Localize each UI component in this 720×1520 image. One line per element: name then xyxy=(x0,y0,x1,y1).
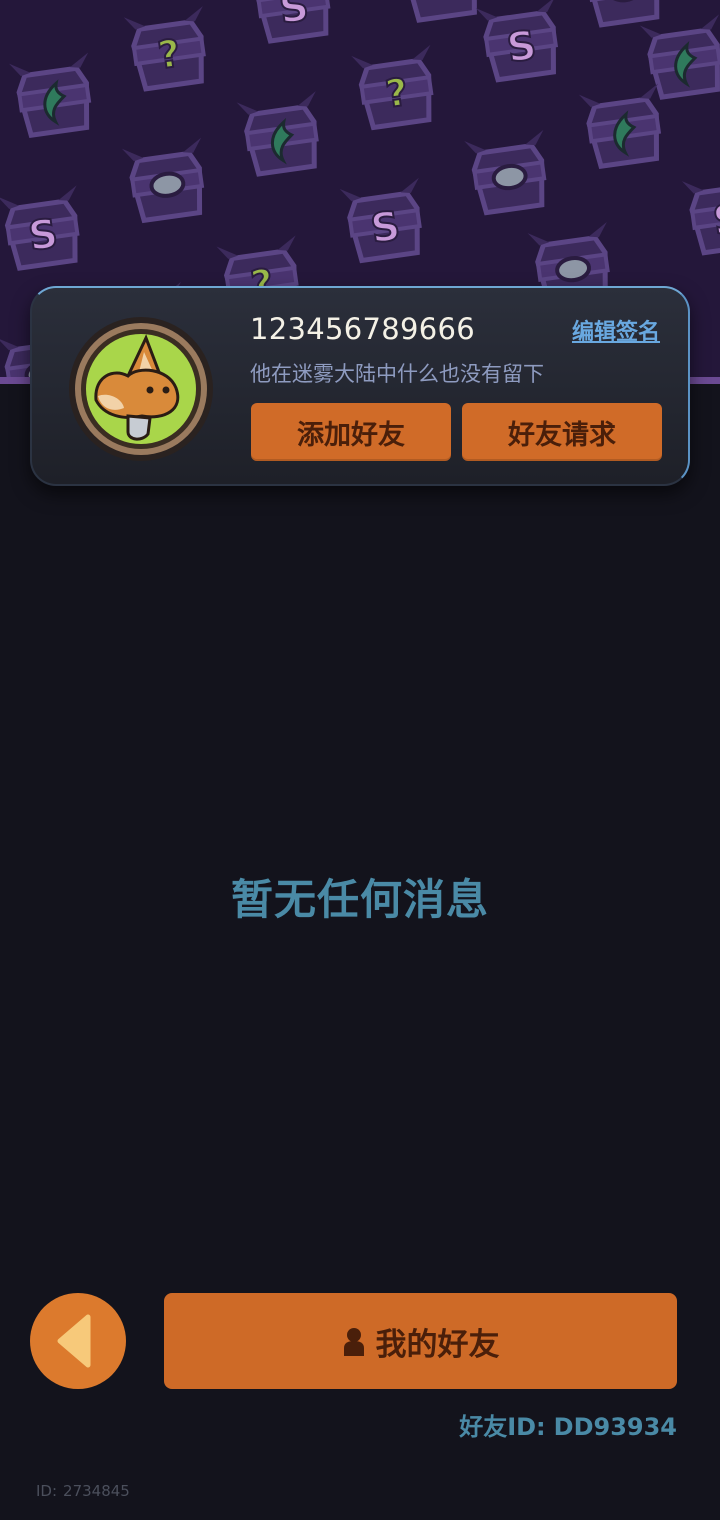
edit-signature-link[interactable]: 编辑签名 xyxy=(572,314,660,346)
signature-text: 他在迷雾大陆中什么也没有留下 xyxy=(250,362,544,386)
friend-id-value: DD93934 xyxy=(553,1413,677,1441)
my-friends-button[interactable]: 我的好友 xyxy=(164,1293,677,1389)
person-icon xyxy=(343,1328,364,1356)
user-id-label: ID: xyxy=(36,1482,58,1500)
add-friend-label: 添加好友 xyxy=(297,419,405,451)
add-friend-button[interactable]: 添加好友 xyxy=(251,403,451,461)
back-button[interactable] xyxy=(30,1293,126,1389)
user-id-display: ID: 2734845 xyxy=(36,1482,130,1500)
my-friends-label: 我的好友 xyxy=(375,1326,500,1363)
avatar[interactable] xyxy=(68,316,214,462)
empty-message: 暂无任何消息 xyxy=(230,875,489,924)
friend-id-label: 好友ID: xyxy=(459,1413,546,1441)
friend-requests-button[interactable]: 好友请求 xyxy=(462,403,662,461)
friend-id-display: 好友ID: DD93934 xyxy=(459,1407,677,1442)
friend-requests-label: 好友请求 xyxy=(508,419,616,451)
chevron-left-icon xyxy=(57,1314,91,1368)
profile-card: 123456789666 编辑签名 他在迷雾大陆中什么也没有留下 添加好友 好友… xyxy=(30,286,690,486)
user-id-value: 2734845 xyxy=(63,1482,130,1500)
fox-avatar-icon xyxy=(69,317,213,461)
username: 123456789666 xyxy=(250,312,476,346)
